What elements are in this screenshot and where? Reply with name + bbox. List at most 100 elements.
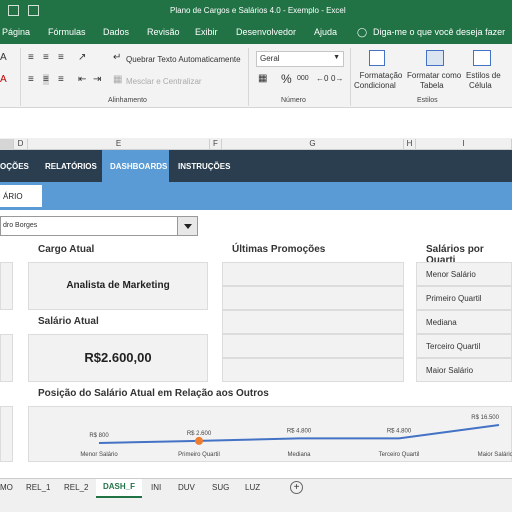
column-header-f[interactable]: F <box>210 139 222 150</box>
sub-tab-funcionario[interactable]: ÁRIO <box>0 185 42 207</box>
thousands-button[interactable]: 000 <box>297 75 309 82</box>
current-salary-point <box>195 436 203 445</box>
menu-desenvolvedor[interactable]: Desenvolvedor <box>236 27 296 37</box>
number-format-select[interactable]: Geral ▼ <box>256 51 344 67</box>
styles-group-label: Estilos <box>417 97 438 104</box>
data-label: R$ 4.800 <box>387 428 412 434</box>
merge-icon: ▦ <box>113 74 123 85</box>
menu-ajuda[interactable]: Ajuda <box>314 27 337 37</box>
data-label: R$ 4.800 <box>287 428 312 434</box>
quartil-row: Terceiro Quartil <box>416 334 512 358</box>
status-bar <box>0 498 512 512</box>
percent-button[interactable]: % <box>281 72 292 86</box>
column-header-g[interactable]: G <box>222 139 404 150</box>
column-header-h[interactable]: H <box>404 139 416 150</box>
menu-formulas[interactable]: Fórmulas <box>48 27 86 37</box>
title-bar: Plano de Cargos e Salários 4.0 - Exemplo… <box>0 0 512 22</box>
cell-styles-label-1[interactable]: Estilos de <box>466 71 501 80</box>
formula-area <box>0 108 512 138</box>
decrease-decimal-icon[interactable]: 0→ <box>331 74 343 83</box>
tell-me-search[interactable]: Diga-me o que você deseja fazer <box>373 27 505 37</box>
format-table-label-1[interactable]: Formatar como <box>407 71 461 80</box>
sheet-tab[interactable]: INI <box>151 483 161 492</box>
menu-exibir[interactable]: Exibir <box>195 27 218 37</box>
employee-select-value: dro Borges <box>3 222 38 229</box>
employee-select[interactable]: dro Borges <box>0 216 198 236</box>
cell-styles-label-2[interactable]: Célula <box>469 81 492 90</box>
align-left-icon[interactable]: ≡ <box>28 74 34 85</box>
orientation-icon[interactable]: ↗ <box>78 52 86 63</box>
sheet-tab[interactable]: REL_1 <box>26 483 50 492</box>
number-format-value: Geral <box>260 54 280 63</box>
font-size-down-icon[interactable]: A <box>0 52 7 63</box>
font-color-icon[interactable]: A <box>0 74 7 85</box>
sheet-tab[interactable]: SUG <box>212 483 229 492</box>
salario-value: R$2.600,00 <box>84 350 152 365</box>
sheet-tab-active[interactable]: DASH_F <box>96 479 142 498</box>
left-panel-1 <box>0 262 13 310</box>
sheet-tab[interactable]: REL_2 <box>64 483 88 492</box>
tab-instrucoes[interactable]: INSTRUÇÕES <box>178 150 230 182</box>
column-header-c[interactable] <box>0 139 14 150</box>
save-icon[interactable] <box>8 5 19 16</box>
align-top-icon[interactable]: ≡ <box>28 52 34 63</box>
conditional-format-label-1[interactable]: Formatação <box>358 71 404 80</box>
menu-bar: Página Fórmulas Dados Revisão Exibir Des… <box>0 22 512 44</box>
promocoes-heading: Últimas Promoções <box>232 244 326 255</box>
lightbulb-icon: ◯ <box>357 27 368 37</box>
currency-icon[interactable]: ▦ <box>258 73 267 84</box>
sheet-tab[interactable]: DUV <box>178 483 195 492</box>
wrap-text-icon: ↵ <box>113 52 122 63</box>
promocao-row <box>222 358 404 382</box>
dropdown-button[interactable] <box>177 217 197 235</box>
menu-dados[interactable]: Dados <box>103 27 129 37</box>
chevron-down-icon: ▼ <box>333 54 340 61</box>
category-label: Primeiro Quartil <box>178 452 220 458</box>
left-panel-3 <box>0 406 13 462</box>
decrease-indent-icon[interactable]: ⇤ <box>78 74 86 85</box>
sheet-tab[interactable]: MO <box>0 483 13 492</box>
promocao-row <box>222 310 404 334</box>
data-label: R$ 2.600 <box>187 431 212 437</box>
cell-styles-icon <box>473 50 491 66</box>
posicao-chart-box: R$ 800 Menor Salário R$ 2.600 Primeiro Quar… <box>28 406 512 462</box>
sheet-tab[interactable]: LUZ <box>245 483 260 492</box>
posicao-heading: Posição do Salário Atual em Relação aos … <box>38 388 269 399</box>
format-table-label-2[interactable]: Tabela <box>420 81 444 90</box>
category-label: Maior Salário <box>478 452 512 458</box>
column-header-e[interactable]: E <box>28 139 210 150</box>
cargo-value: Analista de Marketing <box>66 280 170 291</box>
column-header-i[interactable]: I <box>416 139 512 150</box>
increase-decimal-icon[interactable]: ←0 <box>316 74 328 83</box>
align-middle-icon[interactable]: ≡ <box>43 52 49 63</box>
column-header-d[interactable]: D <box>14 139 28 150</box>
ribbon: A A ≡ ≡ ≡ ↗ ≡ ≡ ≡ ⇤ ⇥ ↵ Quebrar Texto Au… <box>0 44 512 108</box>
salario-box: R$2.600,00 <box>28 334 208 382</box>
quartil-row: Maior Salário <box>416 358 512 382</box>
left-panel-2 <box>0 334 13 382</box>
align-center-icon[interactable]: ≡ <box>43 74 49 85</box>
align-bottom-icon[interactable]: ≡ <box>58 52 64 63</box>
cargo-heading: Cargo Atual <box>38 244 95 255</box>
quartil-label: Terceiro Quartil <box>426 342 481 351</box>
conditional-format-label-2[interactable]: Condicional <box>354 81 396 90</box>
chevron-down-icon <box>184 224 192 229</box>
wrap-text-button[interactable]: Quebrar Texto Automaticamente <box>125 54 242 65</box>
tab-relatorios[interactable]: RELATÓRIOS <box>45 150 97 182</box>
quartil-label: Maior Salário <box>426 366 474 375</box>
menu-revisao[interactable]: Revisão <box>147 27 180 37</box>
alignment-group-label: Alinhamento <box>108 97 147 104</box>
column-headers: D E F G H I <box>0 138 512 150</box>
undo-icon[interactable] <box>28 5 39 16</box>
window-title: Plano de Cargos e Salários 4.0 - Exemplo… <box>170 6 346 15</box>
category-label: Mediana <box>287 452 311 458</box>
align-right-icon[interactable]: ≡ <box>58 74 64 85</box>
data-label: R$ 800 <box>89 433 109 439</box>
merge-center-button[interactable]: Mesclar e Centralizar <box>125 76 203 87</box>
increase-indent-icon[interactable]: ⇥ <box>93 74 101 85</box>
add-sheet-icon[interactable]: + <box>290 481 303 494</box>
tab-dashboards[interactable]: DASHBOARDS <box>102 150 169 182</box>
tab-promocoes[interactable]: OÇÕES <box>0 150 34 182</box>
menu-pagina[interactable]: Página <box>2 27 30 37</box>
cargo-box: Analista de Marketing <box>28 262 208 310</box>
